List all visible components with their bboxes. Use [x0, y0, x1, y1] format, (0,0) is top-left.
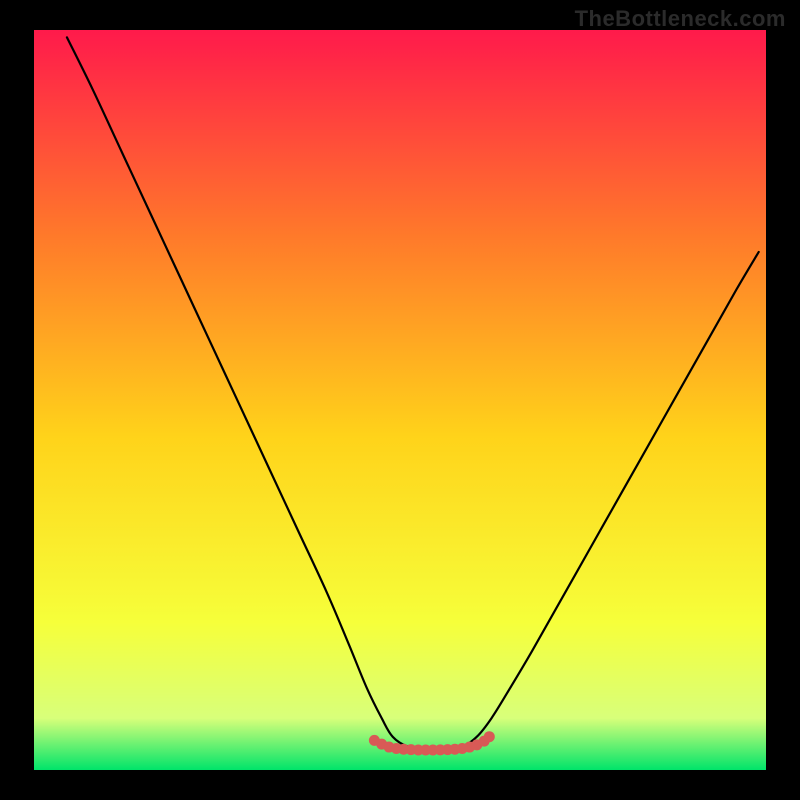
trough-dot — [484, 731, 495, 742]
watermark-text: TheBottleneck.com — [575, 6, 786, 32]
chart-stage: TheBottleneck.com — [0, 0, 800, 800]
bottleneck-chart — [0, 0, 800, 800]
plot-area — [34, 30, 766, 770]
